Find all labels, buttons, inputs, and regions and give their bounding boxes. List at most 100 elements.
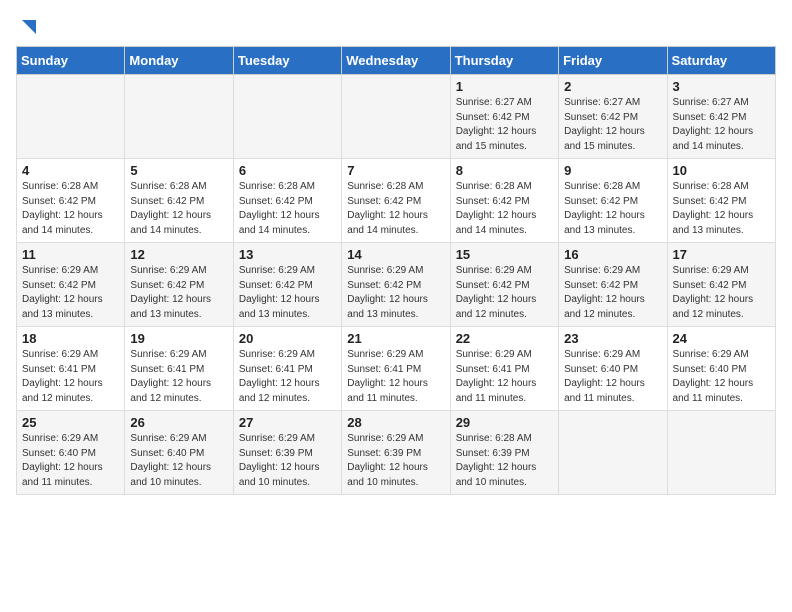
calendar-cell: 7Sunrise: 6:28 AM Sunset: 6:42 PM Daylig… [342,159,450,243]
day-number: 11 [22,247,119,262]
calendar-cell: 13 Sunrise: 6:29 AM Sunset: 6:42 PM Dayli… [233,243,341,327]
col-header-monday: Monday [125,47,233,75]
day-number: 22 [456,331,553,346]
day-info: Sunrise: 6:29 AM Sunset: 6:41 PM Dayligh… [347,348,444,406]
day-info: Sunrise: 6:27 AM Sunset: 6:42 PM Dayligh… [564,96,661,154]
logo [16,16,36,34]
day-info: Sunrise: 6:29 AM Sunset: 6:40 PM Dayligh… [22,432,119,490]
calendar-cell [17,75,125,159]
day-number: 4 [22,163,119,178]
day-info: Sunrise: 6:29 AM Sunset: 6:41 PM Dayligh… [22,348,119,406]
day-number: 12 [130,247,227,262]
day-number: 26 [130,415,227,430]
header [16,16,776,34]
col-header-thursday: Thursday [450,47,558,75]
calendar-cell: 4 Sunrise: 6:28 AM Sunset: 6:42 PM Daylig… [17,159,125,243]
calendar-cell [233,75,341,159]
week-row-5: 25 Sunrise: 6:29 AM Sunset: 6:40 PM Dayli… [17,411,776,495]
calendar-cell: 19 Sunrise: 6:29 AM Sunset: 6:41 PM Dayli… [125,327,233,411]
calendar-cell: 27 Sunrise: 6:29 AM Sunset: 6:39 PM Dayli… [233,411,341,495]
day-number: 19 [130,331,227,346]
day-info: Sunrise: 6:29 AM Sunset: 6:42 PM Dayligh… [239,264,336,322]
day-number: 9 [564,163,661,178]
calendar-cell: 10 Sunrise: 6:28 AM Sunset: 6:42 PM Dayli… [667,159,775,243]
day-number: 28 [347,415,444,430]
day-info: Sunrise: 6:29 AM Sunset: 6:39 PM Dayligh… [239,432,336,490]
week-row-4: 18 Sunrise: 6:29 AM Sunset: 6:41 PM Dayli… [17,327,776,411]
calendar-cell: 20 Sunrise: 6:29 AM Sunset: 6:41 PM Dayli… [233,327,341,411]
day-info: Sunrise: 6:29 AM Sunset: 6:42 PM Dayligh… [347,264,444,322]
calendar-cell: 8 Sunrise: 6:28 AM Sunset: 6:42 PM Daylig… [450,159,558,243]
day-number: 29 [456,415,553,430]
day-info: Sunrise: 6:28 AM Sunset: 6:42 PM Dayligh… [564,180,661,238]
day-number: 20 [239,331,336,346]
calendar-cell: 14Sunrise: 6:29 AM Sunset: 6:42 PM Dayli… [342,243,450,327]
day-info: Sunrise: 6:29 AM Sunset: 6:41 PM Dayligh… [456,348,553,406]
day-number: 21 [347,331,444,346]
day-number: 10 [673,163,770,178]
day-number: 17 [673,247,770,262]
day-info: Sunrise: 6:28 AM Sunset: 6:42 PM Dayligh… [673,180,770,238]
day-number: 16 [564,247,661,262]
day-number: 25 [22,415,119,430]
day-info: Sunrise: 6:29 AM Sunset: 6:42 PM Dayligh… [673,264,770,322]
logo-triangle-icon [18,16,36,38]
day-number: 18 [22,331,119,346]
calendar-cell: 15 Sunrise: 6:29 AM Sunset: 6:42 PM Dayli… [450,243,558,327]
day-number: 6 [239,163,336,178]
day-info: Sunrise: 6:29 AM Sunset: 6:41 PM Dayligh… [130,348,227,406]
day-number: 15 [456,247,553,262]
day-number: 24 [673,331,770,346]
calendar-cell: 6 Sunrise: 6:28 AM Sunset: 6:42 PM Daylig… [233,159,341,243]
col-header-saturday: Saturday [667,47,775,75]
calendar-cell [125,75,233,159]
day-info: Sunrise: 6:28 AM Sunset: 6:42 PM Dayligh… [22,180,119,238]
calendar-cell: 5 Sunrise: 6:28 AM Sunset: 6:42 PM Daylig… [125,159,233,243]
day-info: Sunrise: 6:29 AM Sunset: 6:41 PM Dayligh… [239,348,336,406]
calendar-cell: 25 Sunrise: 6:29 AM Sunset: 6:40 PM Dayli… [17,411,125,495]
day-info: Sunrise: 6:28 AM Sunset: 6:42 PM Dayligh… [130,180,227,238]
calendar-cell: 24 Sunrise: 6:29 AM Sunset: 6:40 PM Dayli… [667,327,775,411]
week-row-3: 11 Sunrise: 6:29 AM Sunset: 6:42 PM Dayli… [17,243,776,327]
day-number: 1 [456,79,553,94]
week-row-2: 4 Sunrise: 6:28 AM Sunset: 6:42 PM Daylig… [17,159,776,243]
day-info: Sunrise: 6:29 AM Sunset: 6:40 PM Dayligh… [564,348,661,406]
day-info: Sunrise: 6:29 AM Sunset: 6:42 PM Dayligh… [456,264,553,322]
calendar-cell: 28 Sunrise: 6:29 AM Sunset: 6:39 PM Dayli… [342,411,450,495]
calendar-cell: 12 Sunrise: 6:29 AM Sunset: 6:42 PM Dayli… [125,243,233,327]
calendar-cell: 23 Sunrise: 6:29 AM Sunset: 6:40 PM Dayli… [559,327,667,411]
calendar-cell [342,75,450,159]
col-header-tuesday: Tuesday [233,47,341,75]
day-info: Sunrise: 6:29 AM Sunset: 6:42 PM Dayligh… [22,264,119,322]
col-header-wednesday: Wednesday [342,47,450,75]
header-row: SundayMondayTuesdayWednesdayThursdayFrid… [17,47,776,75]
day-number: 7 [347,163,444,178]
col-header-friday: Friday [559,47,667,75]
calendar-cell: 17 Sunrise: 6:29 AM Sunset: 6:42 PM Dayli… [667,243,775,327]
day-info: Sunrise: 6:29 AM Sunset: 6:40 PM Dayligh… [130,432,227,490]
calendar-cell: 21 Sunrise: 6:29 AM Sunset: 6:41 PM Dayli… [342,327,450,411]
day-number: 5 [130,163,227,178]
calendar-cell: 2 Sunrise: 6:27 AM Sunset: 6:42 PM Daylig… [559,75,667,159]
day-number: 23 [564,331,661,346]
calendar-cell: 1Sunrise: 6:27 AM Sunset: 6:42 PM Daylig… [450,75,558,159]
calendar-cell [559,411,667,495]
calendar-cell: 9 Sunrise: 6:28 AM Sunset: 6:42 PM Daylig… [559,159,667,243]
day-number: 2 [564,79,661,94]
day-info: Sunrise: 6:29 AM Sunset: 6:42 PM Dayligh… [130,264,227,322]
day-number: 13 [239,247,336,262]
day-info: Sunrise: 6:29 AM Sunset: 6:39 PM Dayligh… [347,432,444,490]
calendar-cell [667,411,775,495]
day-number: 8 [456,163,553,178]
day-info: Sunrise: 6:28 AM Sunset: 6:39 PM Dayligh… [456,432,553,490]
day-info: Sunrise: 6:28 AM Sunset: 6:42 PM Dayligh… [239,180,336,238]
calendar-cell: 3Sunrise: 6:27 AM Sunset: 6:42 PM Daylig… [667,75,775,159]
calendar-cell: 29 Sunrise: 6:28 AM Sunset: 6:39 PM Dayli… [450,411,558,495]
day-number: 27 [239,415,336,430]
calendar-cell: 18 Sunrise: 6:29 AM Sunset: 6:41 PM Dayli… [17,327,125,411]
day-info: Sunrise: 6:28 AM Sunset: 6:42 PM Dayligh… [456,180,553,238]
day-info: Sunrise: 6:29 AM Sunset: 6:42 PM Dayligh… [564,264,661,322]
calendar-cell: 26 Sunrise: 6:29 AM Sunset: 6:40 PM Dayli… [125,411,233,495]
calendar-cell: 16 Sunrise: 6:29 AM Sunset: 6:42 PM Dayli… [559,243,667,327]
day-info: Sunrise: 6:29 AM Sunset: 6:40 PM Dayligh… [673,348,770,406]
